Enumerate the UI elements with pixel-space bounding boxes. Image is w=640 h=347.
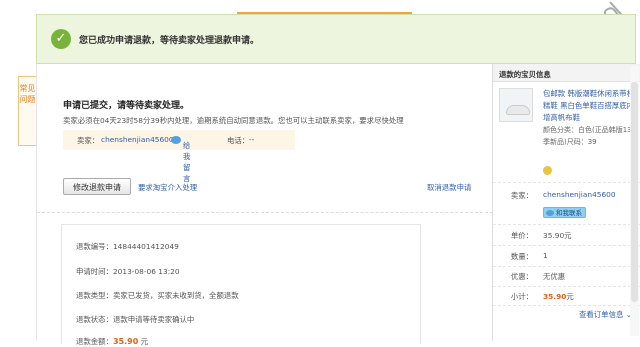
refund-state-row: 退款状态：退款申请等待卖家确认中 [76, 314, 194, 325]
status-title: 申请已提交，请等待卖家处理。 [63, 101, 190, 111]
success-message: 您已成功申请退款，等待卖家处理退款申请。 [79, 36, 260, 46]
leave-message-link[interactable]: 给我留言 [171, 135, 190, 183]
subtotal-unit: 元 [566, 292, 574, 301]
refund-number-row: 退款编号：14844401412049 [76, 241, 179, 252]
contact-me-button[interactable]: 和我联系 [543, 207, 586, 218]
phone-label: 电话： [227, 136, 250, 145]
refund-state: 退款申请等待卖家确认中 [112, 315, 195, 324]
request-taobao-intervention-link[interactable]: 要求淘宝介入处理 [138, 182, 197, 193]
product-sku: 颜色分类：白色(正品韩版13秋季新品)尺码：39 [543, 126, 639, 146]
seller-label: 卖家： [77, 136, 100, 145]
leave-message-label: 给我留言 [183, 141, 191, 183]
subtotal: 35.90 [543, 292, 567, 301]
side-divider [493, 305, 640, 306]
refund-state-label: 退款状态： [76, 315, 113, 324]
seller-name-link[interactable]: chenshenjian45600 [101, 135, 174, 144]
refund-details: 退款编号：14844401412049 申请时间：2013-08-06 13:2… [61, 224, 421, 347]
refund-type-row: 退款类型：卖家已发货，买家未收到货，全额退款 [76, 290, 239, 301]
refund-number-label: 退款编号： [76, 242, 113, 251]
side-seller-label: 卖家： [510, 191, 533, 200]
refund-item-panel: 退款的宝贝信息 包邮款 韩版潮鞋休闲系带松糕鞋 黑白色单鞋百搭厚底内增高帆布鞋 … [492, 64, 640, 341]
seller-contact-box: 卖家： chenshenjian45600 给我留言 电话： -- [63, 130, 295, 183]
refund-amount: 35.90 [112, 337, 139, 346]
side-divider [493, 245, 640, 246]
contact-me-label: 和我联系 [556, 209, 582, 217]
cancel-refund-link[interactable]: 取消退款申请 [427, 182, 471, 193]
apply-time-row: 申请时间：2013-08-06 13:20 [76, 266, 180, 277]
success-check-icon: ✓ [51, 29, 71, 49]
discount-label: 优惠： [510, 272, 533, 281]
side-seller-link[interactable]: chenshenjian45600 [543, 190, 616, 199]
quantity-label: 数量： [510, 252, 533, 261]
side-divider [493, 182, 640, 183]
view-order-info-link[interactable]: 查看订单信息 ⌄ [579, 309, 632, 320]
success-banner: ✓ 您已成功申请退款，等待卖家处理退款申请。 [36, 14, 636, 64]
apply-time: 2013-08-06 13:20 [112, 267, 180, 276]
product-thumbnail[interactable] [499, 88, 533, 122]
quantity: 1 [543, 251, 548, 260]
shoe-image [506, 105, 530, 115]
side-divider [493, 266, 640, 267]
apply-time-label: 申请时间： [76, 267, 113, 276]
refund-amount-unit: 元 [140, 337, 149, 346]
unit-price: 35.90元 [543, 231, 572, 240]
refund-number: 14844401412049 [112, 242, 179, 251]
wangwang-icon [171, 136, 181, 144]
status-description: 卖家必须在04天23时58分39秒内处理，逾期系统自动同意退款。您也可以主动联系… [63, 116, 404, 125]
discount: 无优惠 [543, 272, 566, 281]
coin-icon [543, 166, 552, 175]
side-divider [493, 224, 640, 225]
subtotal-label: 小计： [510, 292, 533, 301]
refund-type-label: 退款类型： [76, 291, 113, 300]
side-divider [493, 286, 640, 287]
section-divider [37, 212, 493, 213]
refund-status-panel: 申请已提交，请等待卖家处理。 卖家必须在04天23时58分39秒内处理，逾期系统… [36, 64, 494, 347]
refund-amount-row: 退款金额：35.90 元 [76, 336, 148, 347]
refund-amount-label: 退款金额： [76, 337, 113, 346]
modify-refund-button[interactable]: 修改退款申请 [63, 178, 131, 195]
subtotal-row: 35.90元 [543, 291, 574, 302]
refund-type: 卖家已发货，买家未收到货，全额退款 [112, 291, 239, 300]
wangwang-icon [546, 210, 554, 216]
unit-price-label: 单价： [510, 231, 533, 240]
scrollbar-thumb[interactable] [631, 82, 638, 302]
phone-value: -- [249, 135, 255, 144]
side-panel-title: 退款的宝贝信息 [493, 64, 640, 82]
product-title-link[interactable]: 包邮款 韩版潮鞋休闲系带松糕鞋 黑白色单鞋百搭厚底内增高帆布鞋 [543, 88, 637, 124]
faq-tab[interactable]: 常见问题 [18, 76, 36, 146]
